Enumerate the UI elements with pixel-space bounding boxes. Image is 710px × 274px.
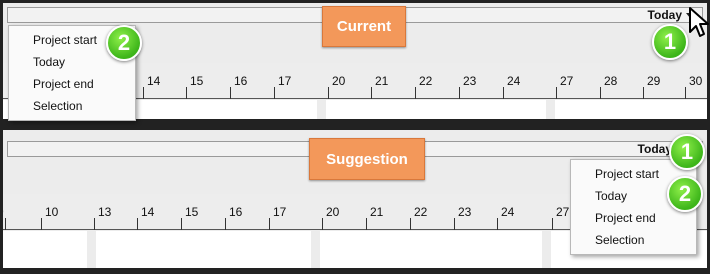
today-dropdown[interactable]: Today [638,142,672,156]
step-marker-1: 1 [669,134,705,170]
suggestion-label-badge: Suggestion [309,138,425,180]
mouse-cursor-icon [689,7,709,37]
menu-item-selection[interactable]: Selection [571,229,696,251]
timeline-row [96,231,311,268]
menu-item-selection[interactable]: Selection [9,95,135,117]
menu-item-project-end[interactable]: Project end [9,73,135,95]
today-dropdown-label: Today [637,142,672,156]
step-marker-2: 2 [106,25,142,61]
step-marker-1: 1 [652,24,688,60]
timeline-row [555,100,707,119]
step-marker-2: 2 [667,176,703,212]
timeline-row [320,231,542,268]
timeline-row [3,231,87,268]
today-dropdown-label: Today [647,8,682,22]
current-label-badge: Current [322,6,406,47]
timeline-row [326,100,546,119]
